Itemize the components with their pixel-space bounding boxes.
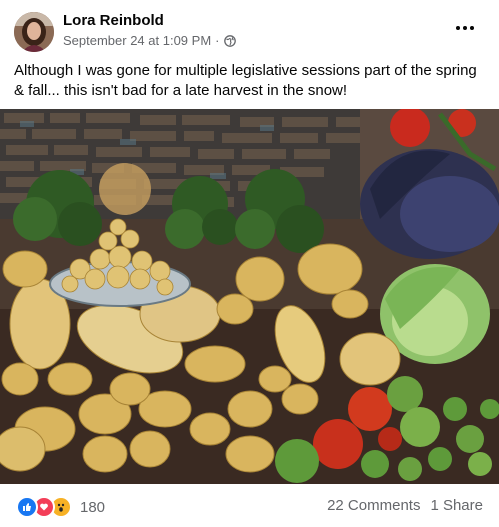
post-header: Lora Reinbold September 24 at 1:09 PM · xyxy=(0,0,499,56)
author-name[interactable]: Lora Reinbold xyxy=(63,12,164,29)
meta-separator: · xyxy=(215,33,220,48)
comments-count-link[interactable]: 22 Comments xyxy=(327,497,420,514)
more-dot xyxy=(456,26,460,30)
post-text: Although I was gone for multiple legisla… xyxy=(14,62,477,99)
more-dot xyxy=(470,26,474,30)
globe-icon[interactable] xyxy=(223,34,236,47)
avatar[interactable] xyxy=(14,12,54,52)
engagement-stats: 22 Comments 1 Share xyxy=(327,497,483,514)
like-icon xyxy=(16,496,38,518)
post-timestamp[interactable]: September 24 at 1:09 PM xyxy=(63,33,211,48)
harvest-photo-illustration xyxy=(0,109,499,484)
shares-count-link[interactable]: 1 Share xyxy=(430,497,483,514)
post-meta: September 24 at 1:09 PM · xyxy=(63,33,236,48)
more-dot xyxy=(463,26,467,30)
reaction-count: 180 xyxy=(80,498,106,516)
more-options-button[interactable] xyxy=(451,18,479,38)
post-footer: 180 22 Comments 1 Share xyxy=(0,484,499,527)
reaction-summary[interactable]: 180 xyxy=(16,496,105,518)
harvest-photo[interactable] xyxy=(0,109,499,484)
purple-cabbage xyxy=(360,149,499,259)
